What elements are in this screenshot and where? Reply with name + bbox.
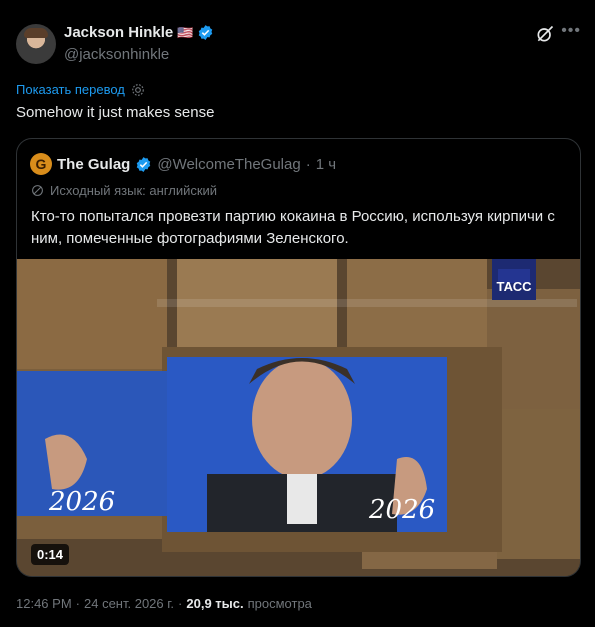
poster-text-right: 2026 — [369, 495, 436, 525]
author-display-name[interactable]: Jackson Hinkle — [64, 24, 173, 41]
flag-icon: 🇺🇸 — [177, 24, 194, 40]
quote-display-name[interactable]: The Gulag — [57, 156, 130, 173]
quote-text: Кто-то попытался провезти партию кокаина… — [31, 208, 555, 247]
video-duration: 0:14 — [31, 544, 70, 565]
quote-tweet[interactable]: G The Gulag @WelcomeTheGulag · 1 ч Исход… — [16, 138, 581, 577]
verified-badge-icon — [199, 25, 213, 40]
more-icon[interactable]: ••• — [561, 22, 581, 40]
tass-watermark-label: ТАСС — [496, 279, 532, 294]
author-name-row: Jackson Hinkle 🇺🇸 — [64, 24, 214, 41]
translate-link[interactable]: Показать перевод — [16, 82, 145, 97]
view-label: просмотра — [247, 596, 312, 611]
grok-icon[interactable] — [535, 24, 555, 44]
verified-badge-icon — [137, 156, 151, 172]
source-language-label: Исходный язык: английский — [50, 183, 218, 198]
quote-handle[interactable]: @WelcomeTheGulag — [157, 156, 300, 173]
gear-icon[interactable] — [131, 83, 145, 97]
avatar[interactable] — [16, 24, 56, 64]
tweet-header: Jackson Hinkle 🇺🇸 @jacksonhinkle ••• — [16, 14, 581, 64]
separator: · — [305, 155, 311, 173]
globe-icon — [32, 185, 43, 196]
post-time[interactable]: 12:46 PM — [16, 596, 72, 611]
quote-avatar[interactable]: G — [30, 153, 52, 175]
tass-watermark: ТАСС — [492, 259, 536, 300]
quote-time[interactable]: 1 ч — [316, 156, 336, 173]
view-count[interactable]: 20,9 тыс. — [186, 596, 243, 611]
poster-text-left: 2026 — [49, 487, 116, 517]
separator: · — [178, 596, 183, 611]
quote-header: G The Gulag @WelcomeTheGulag · 1 ч — [30, 153, 336, 175]
video-player[interactable]: 2026 2026 ТАСС 0:14 — [17, 259, 580, 576]
post-date[interactable]: 24 сент. 2026 г. — [84, 596, 174, 611]
tweet-footer: 12:46 PM · 24 сент. 2026 г. · 20,9 тыс. … — [16, 596, 312, 611]
tweet-text: Somehow it just makes sense — [16, 104, 215, 121]
author-handle[interactable]: @jacksonhinkle — [64, 46, 169, 63]
translate-label[interactable]: Показать перевод — [16, 82, 125, 97]
source-language: Исходный язык: английский — [31, 183, 217, 198]
separator: · — [75, 596, 80, 611]
video-frame — [17, 259, 580, 576]
